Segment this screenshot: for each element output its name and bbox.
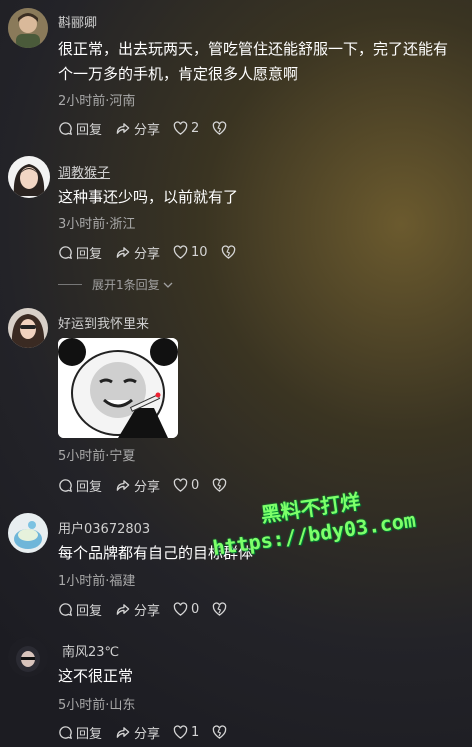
comment-author[interactable]: 斟郦卿 — [58, 12, 97, 31]
comment-author[interactable]: 用户03672803 — [58, 518, 150, 537]
avatar[interactable] — [8, 8, 48, 48]
share-label: 分享 — [134, 479, 161, 495]
divider — [58, 284, 82, 285]
comment-meta: 2小时前·河南 — [58, 94, 136, 109]
comment-author[interactable]: 调教猴子 — [58, 162, 110, 181]
reply-button[interactable]: 回复 — [58, 243, 102, 262]
dislike-button[interactable] — [212, 725, 230, 739]
heart-icon — [173, 725, 188, 739]
share-arrow-icon — [116, 246, 130, 258]
like-button[interactable]: 0 — [173, 478, 199, 493]
share-arrow-icon — [116, 122, 130, 134]
avatar[interactable] — [8, 513, 48, 553]
comment-bubble-icon — [59, 245, 73, 259]
reply-label: 回复 — [76, 479, 103, 495]
share-button[interactable]: 分享 — [115, 723, 160, 742]
share-label: 分享 — [134, 726, 161, 742]
comment-actions: 回复 分享 0 — [58, 475, 243, 495]
heart-icon — [173, 121, 188, 135]
share-arrow-icon — [116, 603, 130, 615]
reply-label: 回复 — [76, 603, 103, 619]
comment-meta: 3小时前·浙江 — [58, 217, 136, 232]
comment-actions: 回复 分享 2 — [58, 118, 243, 138]
avatar[interactable] — [8, 637, 48, 677]
broken-heart-icon — [213, 602, 227, 616]
comment-bubble-icon — [59, 478, 73, 492]
comment-text: 这不很正常 — [58, 667, 134, 685]
dislike-button[interactable] — [212, 602, 230, 616]
broken-heart-icon — [213, 478, 227, 492]
chevron-down-icon — [163, 282, 173, 288]
like-button[interactable]: 10 — [173, 245, 208, 260]
broken-heart-icon — [221, 245, 235, 259]
share-button[interactable]: 分享 — [115, 600, 160, 619]
share-button[interactable]: 分享 — [115, 119, 160, 138]
share-button[interactable]: 分享 — [115, 476, 160, 495]
heart-icon — [173, 602, 188, 616]
like-button[interactable]: 1 — [173, 725, 199, 740]
comment-bubble-icon — [59, 725, 73, 739]
comment-text: 很正常，出去玩两天，管吃管住还能舒服一下，完了还能有个一万多的手机，肯定很多人愿… — [58, 40, 449, 83]
comment-meta: 5小时前·山东 — [58, 698, 136, 713]
reply-label: 回复 — [76, 726, 103, 742]
reply-button[interactable]: 回复 — [58, 723, 102, 742]
heart-icon — [173, 245, 188, 259]
like-count: 0 — [191, 477, 200, 493]
share-button[interactable]: 分享 — [115, 243, 160, 262]
avatar[interactable] — [8, 308, 48, 348]
reply-label: 回复 — [76, 122, 103, 138]
expand-replies[interactable]: 展开1条回复 — [58, 276, 174, 293]
panda-meme-icon — [58, 338, 178, 438]
share-label: 分享 — [134, 122, 161, 138]
comment-bubble-icon — [59, 602, 73, 616]
reply-button[interactable]: 回复 — [58, 476, 102, 495]
share-label: 分享 — [134, 603, 161, 619]
share-label: 分享 — [134, 246, 161, 262]
comment-author[interactable]: 南风23℃ — [62, 641, 119, 660]
reply-button[interactable]: 回复 — [58, 119, 102, 138]
sticker-image[interactable] — [58, 338, 178, 438]
share-arrow-icon — [116, 726, 130, 738]
comment-meta: 5小时前·宁夏 — [58, 449, 136, 464]
dislike-button[interactable] — [212, 478, 230, 492]
avatar[interactable] — [8, 156, 50, 198]
comment-meta: 1小时前·福建 — [58, 574, 136, 589]
reply-label: 回复 — [76, 246, 103, 262]
expand-replies-label: 展开1条回复 — [92, 278, 160, 292]
broken-heart-icon — [213, 121, 227, 135]
dislike-button[interactable] — [212, 121, 230, 135]
comment-actions: 回复 分享 10 — [58, 242, 252, 262]
broken-heart-icon — [213, 725, 227, 739]
comment-actions: 回复 分享 1 — [58, 722, 243, 742]
comment-author[interactable]: 好运到我怀里来 — [58, 313, 149, 332]
comment-text: 这种事还少吗，以前就有了 — [58, 188, 239, 206]
reply-button[interactable]: 回复 — [58, 600, 102, 619]
like-count: 1 — [191, 724, 200, 740]
dislike-button[interactable] — [221, 245, 239, 259]
comment-actions: 回复 分享 0 — [58, 599, 243, 619]
share-arrow-icon — [116, 479, 130, 491]
like-count: 2 — [191, 120, 200, 136]
like-button[interactable]: 0 — [173, 602, 199, 617]
like-button[interactable]: 2 — [173, 121, 199, 136]
like-count: 10 — [191, 244, 208, 260]
comment-bubble-icon — [59, 121, 73, 135]
like-count: 0 — [191, 601, 200, 617]
heart-icon — [173, 478, 188, 492]
